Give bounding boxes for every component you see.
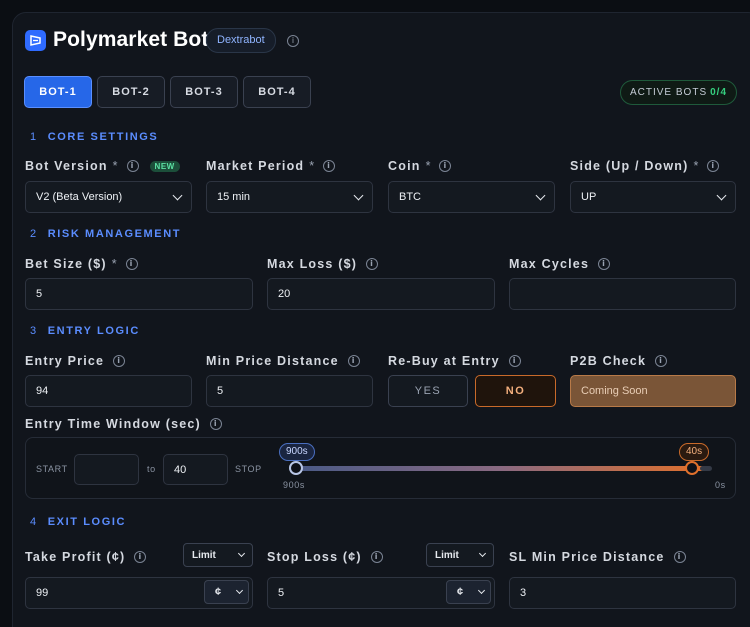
page-title: Polymarket Bot (53, 28, 209, 51)
side-select[interactable]: UP (570, 181, 736, 213)
info-icon[interactable]: i (134, 551, 147, 563)
entry-price-label: Entry Price i (25, 354, 126, 368)
info-icon[interactable]: i (347, 355, 360, 367)
stop-loss-label: Stop Loss (¢) i (267, 550, 383, 564)
section-entry-logic: 3 ENTRY LOGIC (30, 325, 140, 337)
info-icon[interactable]: i (287, 35, 299, 47)
bot-version-label: Bot Version * i NEW (25, 159, 180, 173)
info-icon[interactable]: i (598, 258, 611, 270)
stop-loss-unit-select[interactable]: ¢ (446, 580, 491, 604)
slider-track-end (700, 466, 712, 471)
p2b-coming-soon: Coming Soon (570, 375, 736, 407)
start-input[interactable] (74, 454, 139, 485)
slider-max-label: 0s (715, 480, 726, 490)
time-window-slider-track[interactable] (295, 466, 705, 471)
market-period-label: Market Period * i (206, 159, 336, 173)
side-label: Side (Up / Down) * i (570, 159, 720, 173)
p2b-check-label: P2B Check i (570, 354, 668, 368)
take-profit-mode-select[interactable]: Limit (183, 543, 253, 567)
start-label: START (36, 464, 68, 474)
new-badge: NEW (149, 160, 180, 172)
sl-min-distance-label: SL Min Price Distance i (509, 550, 686, 564)
entry-price-input[interactable]: 94 (25, 375, 192, 407)
max-cycles-input[interactable] (509, 278, 736, 310)
chevron-down-icon (235, 586, 244, 594)
stop-input[interactable]: 40 (163, 454, 228, 485)
chevron-down-icon (477, 586, 486, 594)
chevron-down-icon (478, 549, 487, 557)
chevron-down-icon (353, 190, 364, 200)
chevron-down-icon (237, 549, 246, 557)
active-bots-label: ACTIVE BOTS (629, 87, 708, 98)
take-profit-unit-select[interactable]: ¢ (204, 580, 249, 604)
info-icon[interactable]: i (209, 418, 222, 430)
chevron-down-icon (535, 190, 546, 200)
sl-min-distance-input[interactable]: 3 (509, 577, 736, 609)
max-loss-input[interactable]: 20 (267, 278, 495, 310)
slider-end-handle[interactable] (685, 461, 699, 475)
max-loss-label: Max Loss ($) i (267, 257, 379, 271)
info-icon[interactable]: i (707, 160, 720, 172)
info-icon[interactable]: i (125, 258, 138, 270)
tab-bot-4[interactable]: BOT-4 (243, 76, 311, 108)
section-core-settings: 1 CORE SETTINGS (30, 131, 159, 143)
stop-label: STOP (235, 464, 262, 474)
entry-time-window-label: Entry Time Window (sec) i (25, 417, 222, 431)
min-price-distance-input[interactable]: 5 (206, 375, 373, 407)
info-icon[interactable]: i (366, 258, 379, 270)
start-value-pill: 900s (279, 443, 315, 461)
rebuy-label: Re-Buy at Entry i (388, 354, 521, 368)
info-icon[interactable]: i (113, 355, 126, 367)
info-icon[interactable]: i (370, 551, 383, 563)
info-icon[interactable]: i (655, 355, 668, 367)
section-risk-management: 2 RISK MANAGEMENT (30, 228, 182, 240)
slider-start-handle[interactable] (289, 461, 303, 475)
max-cycles-label: Max Cycles i (509, 257, 611, 271)
slider-min-label: 900s (283, 480, 305, 490)
info-icon[interactable]: i (673, 551, 686, 563)
info-icon[interactable]: i (439, 160, 452, 172)
info-icon[interactable]: i (508, 355, 521, 367)
info-icon[interactable]: i (126, 160, 139, 172)
info-icon[interactable]: i (323, 160, 336, 172)
active-bots-count: 0/4 (710, 87, 728, 98)
bet-size-label: Bet Size ($) * i (25, 257, 138, 271)
min-price-distance-label: Min Price Distance i (206, 354, 360, 368)
coin-select[interactable]: BTC (388, 181, 555, 213)
section-exit-logic: 4 EXIT LOGIC (30, 516, 127, 528)
rebuy-no-button[interactable]: NO (475, 375, 556, 407)
bet-size-input[interactable]: 5 (25, 278, 253, 310)
chevron-down-icon (172, 190, 183, 200)
bot-version-select[interactable]: V2 (Beta Version) (25, 181, 192, 213)
active-bots-badge: ACTIVE BOTS 0/4 (620, 80, 737, 105)
coin-label: Coin * i (388, 159, 452, 173)
end-value-pill: 40s (679, 443, 710, 461)
market-period-select[interactable]: 15 min (206, 181, 373, 213)
stop-loss-mode-select[interactable]: Limit (426, 543, 494, 567)
chevron-down-icon (716, 190, 727, 200)
bot-logo-icon (25, 30, 46, 51)
tab-bot-2[interactable]: BOT-2 (97, 76, 165, 108)
tab-bot-3[interactable]: BOT-3 (170, 76, 238, 108)
take-profit-label: Take Profit (¢) i (25, 550, 147, 564)
to-label: to (147, 464, 156, 474)
brand-badge: Dextrabot (206, 28, 276, 53)
tab-bot-1[interactable]: BOT-1 (24, 76, 92, 108)
rebuy-yes-button[interactable]: YES (388, 375, 468, 407)
